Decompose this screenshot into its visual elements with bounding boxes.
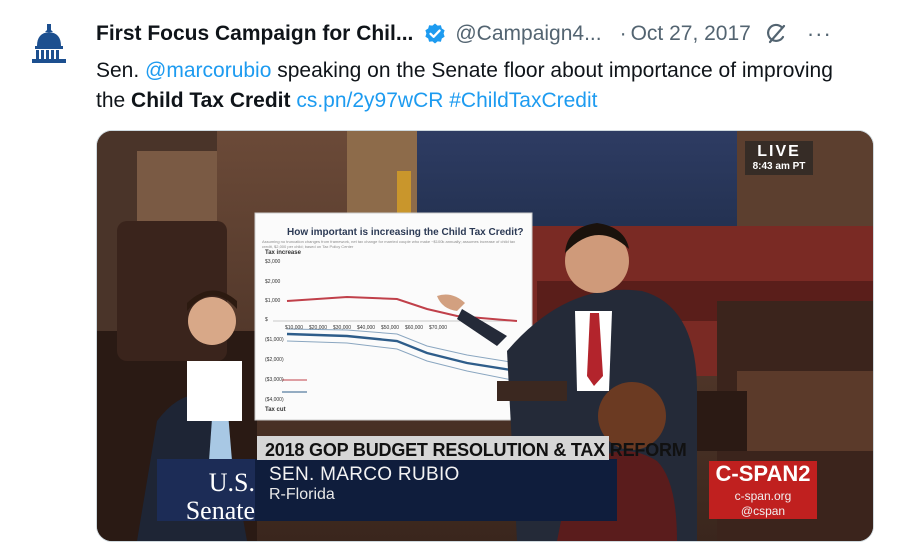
capitol-dome-icon [32,24,66,63]
cspan2-logo: C-SPAN2 [715,461,811,486]
cspan-handle: @cspan [740,504,786,518]
avatar[interactable] [18,14,80,76]
us-senate-logo-us: U.S. [208,468,255,497]
board-y-tick: $ [265,317,268,323]
board-x-tick: $10,000 [285,325,304,331]
grok-icon[interactable] [763,21,789,47]
board-y-tick: ($3,000) [265,377,284,383]
video-media[interactable]: LIVE 8:43 am PT How important is increas… [96,130,874,542]
hashtag-link[interactable]: #ChildTaxCredit [449,89,597,112]
board-y-tick: $3,000 [265,259,281,265]
live-badge: LIVE [757,143,801,160]
board-x-tick: $30,000 [333,325,352,331]
us-senate-logo-senate: Senate [185,496,255,525]
tweet-text-part: Sen. [96,59,146,82]
board-x-tick: $50,000 [381,325,400,331]
cspan-url: c-span.org [734,489,792,503]
url-link[interactable]: cs.pn/2y97wCR [296,89,443,112]
tweet-text-bold: Child Tax Credit [131,89,291,112]
tweet-date[interactable]: Oct 27, 2017 [631,22,751,46]
more-options-icon[interactable]: ··· [807,23,832,45]
board-subtitle: Assuming no truncation changes from fram… [262,239,516,249]
chyron-speaker-name: SEN. MARCO RUBIO [269,464,460,485]
separator-dot: · [619,22,627,45]
board-x-tick: $70,000 [429,325,448,331]
board-y-tick: $2,000 [265,279,281,285]
board-y-tick: ($2,000) [265,357,284,363]
verified-badge-icon[interactable] [423,22,447,46]
chyron-title: 2018 GOP BUDGET RESOLUTION & TAX REFORM [265,440,687,460]
board-x-tick: $20,000 [309,325,328,331]
tweet-header: First Focus Campaign for Chil... @Campai… [96,20,882,48]
board-title: How important is increasing the Child Ta… [287,227,524,238]
author-name[interactable]: First Focus Campaign for Chil... [96,22,413,46]
board-x-tick: $60,000 [405,325,424,331]
board-x-tick: $40,000 [357,325,376,331]
board-y-tick: ($4,000) [265,397,284,403]
live-time: 8:43 am PT [752,161,806,172]
tweet-text: Sen. @marcorubio speaking on the Senate … [96,56,856,116]
author-handle[interactable]: @Campaign4... [455,22,601,46]
board-y-tick: ($1,000) [265,337,284,343]
mention-link[interactable]: @marcorubio [145,59,271,82]
board-y-tick: $1,000 [265,298,281,304]
chyron-speaker-party: R-Florida [269,486,335,503]
board-y-label-bottom: Tax cut [265,407,286,413]
board-y-label-top: Tax increase [265,250,301,256]
